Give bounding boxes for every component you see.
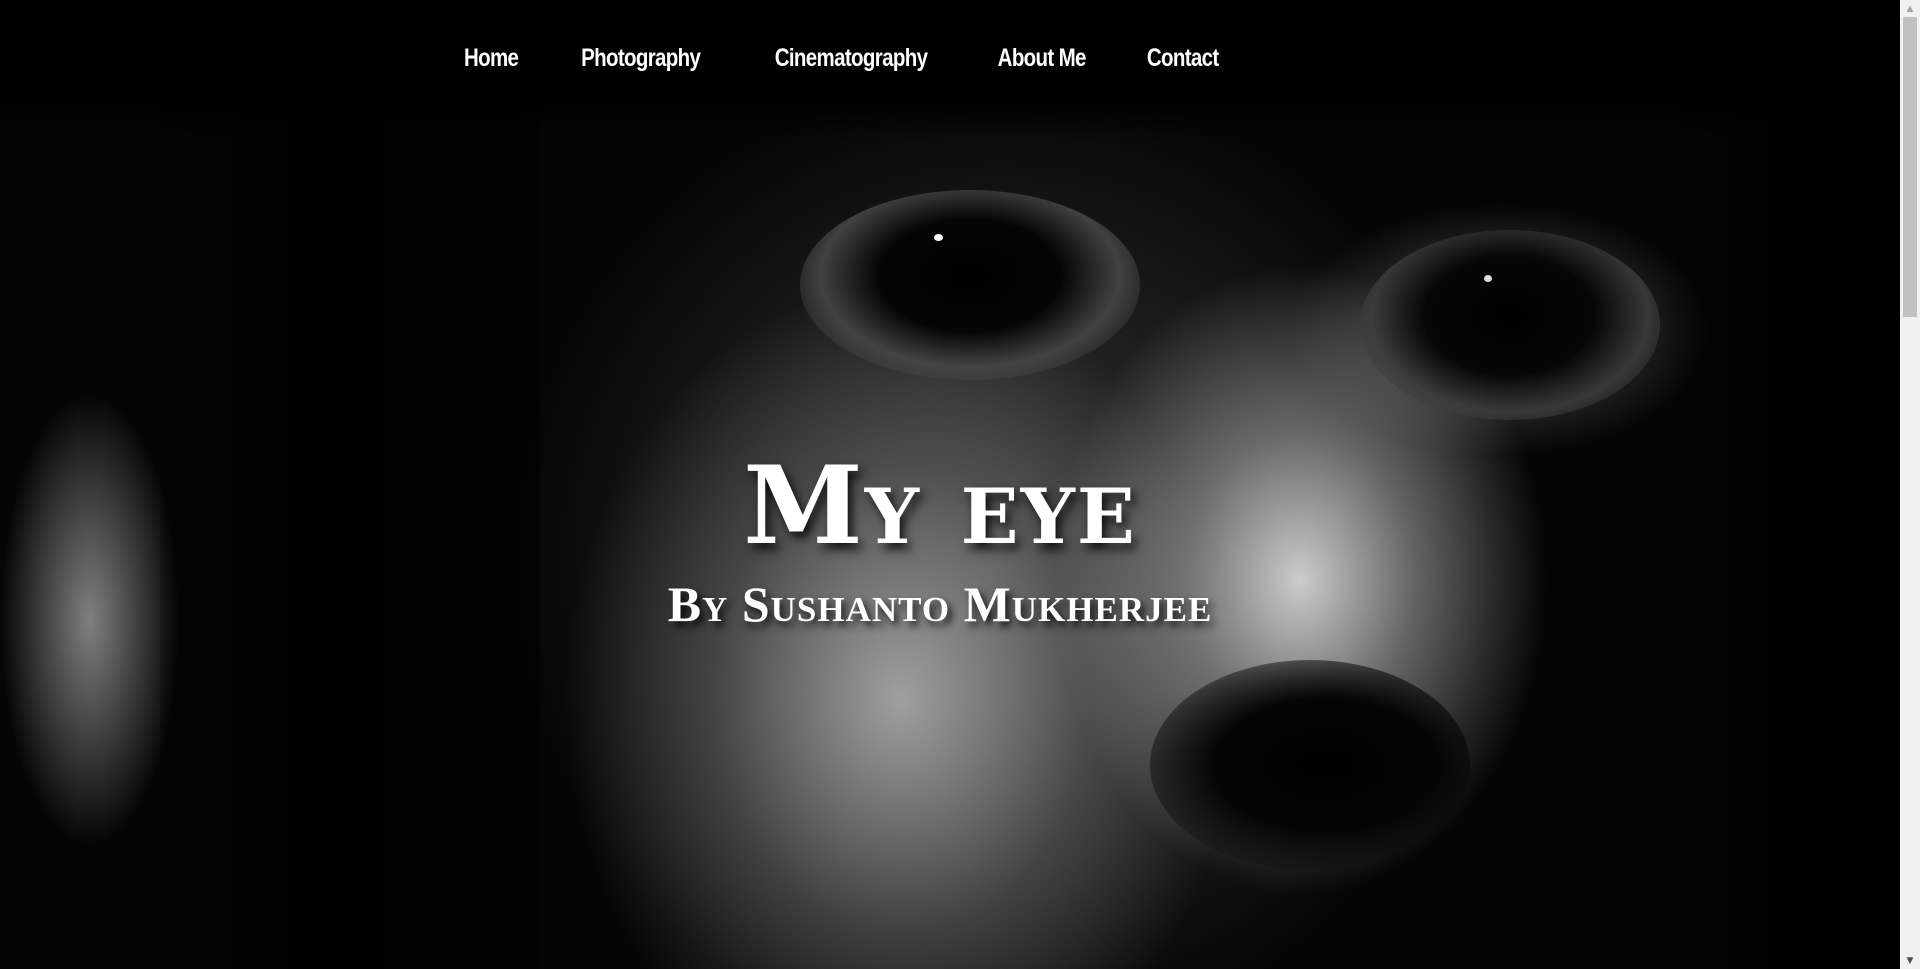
nav-item-about-me[interactable]: About Me [980, 44, 1104, 73]
nostril [1150, 660, 1470, 870]
hero-title: My eye [743, 443, 1137, 570]
vertical-scrollbar[interactable]: ▲ ▼ [1900, 0, 1920, 969]
left-eye [800, 190, 1140, 380]
nav-item-contact[interactable]: Contact [1129, 44, 1237, 73]
main-nav: Home Photography Cinematography About Me… [0, 44, 1900, 73]
nav-item-cinematography[interactable]: Cinematography [757, 44, 946, 73]
scroll-up-icon[interactable]: ▲ [1900, 0, 1920, 17]
right-eye [1360, 230, 1660, 420]
scrollbar-thumb[interactable] [1903, 17, 1917, 317]
hero-subtitle: By Sushanto Mukherjee [667, 575, 1213, 632]
nav-item-home[interactable]: Home [446, 44, 536, 73]
page: Home Photography Cinematography About Me… [0, 0, 1920, 969]
nav-list: Home Photography Cinematography About Me… [436, 44, 1249, 73]
nav-item-photography[interactable]: Photography [563, 44, 718, 73]
viewport: Home Photography Cinematography About Me… [0, 0, 1900, 969]
scroll-down-icon[interactable]: ▼ [1900, 952, 1920, 969]
